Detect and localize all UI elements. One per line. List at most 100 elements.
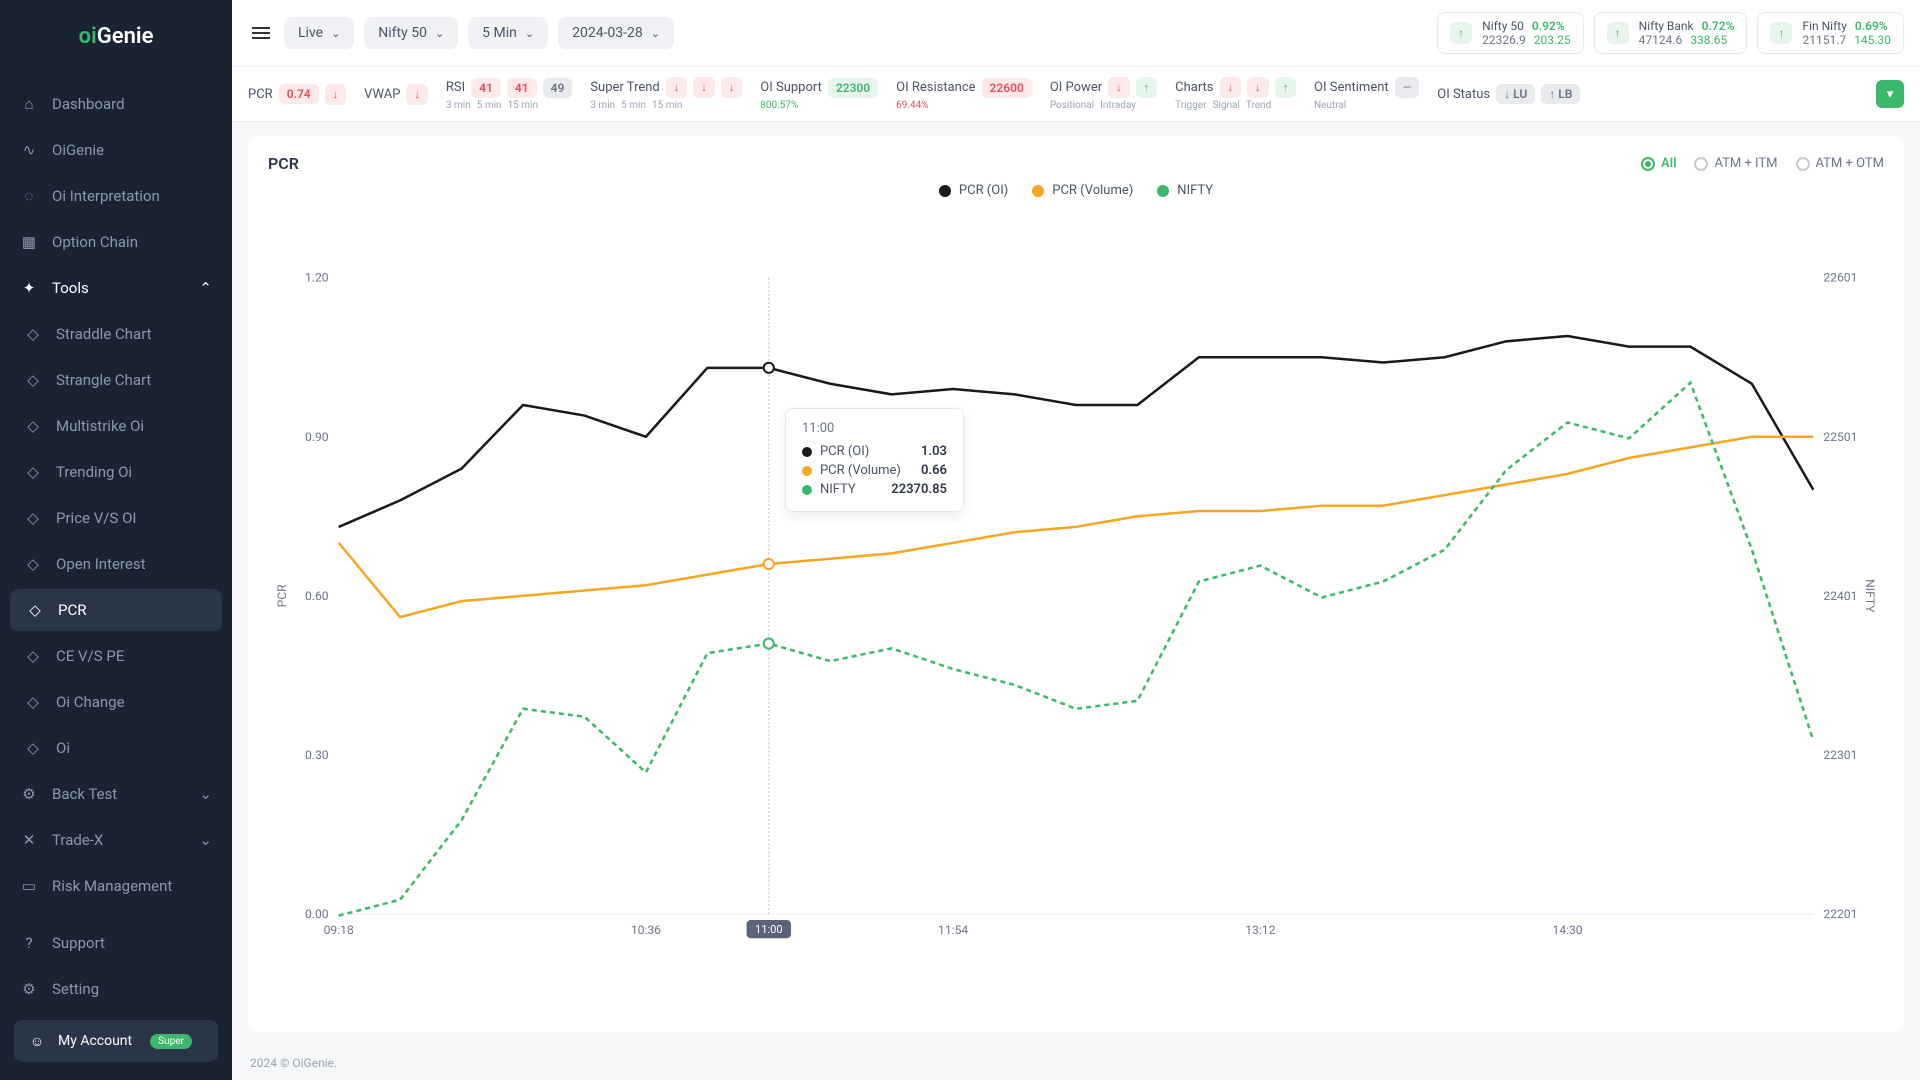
dot-icon [939,185,951,197]
legend-pcr-oi[interactable]: PCR (OI) [939,183,1008,198]
arrow-up-icon: ↑ [1136,77,1158,98]
arrow-down-icon: ↓ [721,77,743,98]
nav-tools-pcr[interactable]: ◇PCR [10,589,222,631]
indicators-bar: PCR0.74↓ VWAP↓ RSI4141493 min5 min15 min… [232,67,1920,122]
radio-icon [1641,157,1655,171]
item-icon: ◇ [26,601,44,619]
chevron-down-icon: ⌄ [525,27,534,40]
nav-setting[interactable]: ⚙Setting [0,966,232,1012]
live-dropdown[interactable]: Live⌄ [284,17,354,49]
arrow-down-icon: ↓ [693,77,715,98]
symbol-dropdown[interactable]: Nifty 50⌄ [364,17,458,49]
grid-icon: ▦ [20,233,38,251]
filter-button[interactable]: ▾ [1876,80,1904,108]
nav-tradex[interactable]: ✕Trade-X⌄ [0,817,232,863]
svg-text:0.30: 0.30 [305,748,329,762]
sidebar: oiGenie ⌂Dashboard ∿OiGenie ◌Oi Interpre… [0,0,232,1080]
item-icon: ◇ [24,555,42,573]
dot-icon [802,447,812,457]
nav-tools[interactable]: ✦Tools⌃ [0,265,232,311]
ind-oisupport: OI Support22300800.57% [760,78,878,111]
item-icon: ◇ [24,417,42,435]
ticker-nifty-50[interactable]: ↑Nifty 500.92%22326.9203.25 [1437,12,1584,54]
chevron-down-icon: ⌄ [199,785,212,803]
legend-nifty[interactable]: NIFTY [1157,183,1213,198]
logo-oi: oi [79,24,97,49]
arrow-up-icon: ↑ [1607,22,1629,44]
nav-tools-strangle-chart[interactable]: ◇Strangle Chart [0,357,232,403]
close-icon: ✕ [20,831,38,849]
nav-tools-straddle-chart[interactable]: ◇Straddle Chart [0,311,232,357]
item-icon: ◇ [24,509,42,527]
chart-filters: All ATM + ITM ATM + OTM [1641,156,1884,171]
ticker-nifty-bank[interactable]: ↑Nifty Bank0.72%47124.6338.65 [1594,12,1748,54]
bulb-icon: ◌ [20,187,38,205]
arrow-down-icon: ↓ [1247,77,1269,98]
tooltip-time: 11:00 [802,421,947,436]
ind-charts: Charts↓↓↑TriggerSignalTrend [1175,77,1296,111]
logo-genie: Genie [97,24,154,49]
nav-dashboard[interactable]: ⌂Dashboard [0,81,232,127]
activity-icon: ∿ [20,141,38,159]
filter-atm-otm[interactable]: ATM + OTM [1796,156,1884,171]
svg-text:0.90: 0.90 [305,430,329,444]
footer: 2024 © OiGenie. [232,1046,1920,1080]
nav-tools-open-interest[interactable]: ◇Open Interest [0,541,232,587]
item-icon: ◇ [24,647,42,665]
home-icon: ⌂ [20,95,38,113]
arrow-down-icon: ↓ [1220,77,1242,98]
bottom-nav: ?Support ⚙Setting ☺My AccountSuper [0,920,232,1080]
svg-text:09:18: 09:18 [324,923,354,937]
svg-text:PCR: PCR [275,584,289,608]
item-icon: ◇ [24,371,42,389]
svg-text:11:54: 11:54 [938,923,968,937]
ind-rsi: RSI4141493 min5 min15 min [446,78,572,111]
chart-legend: PCR (OI) PCR (Volume) NIFTY [268,183,1884,198]
interval-dropdown[interactable]: 5 Min⌄ [468,17,548,49]
nav-tools-oi[interactable]: ◇Oi [0,725,232,771]
wrench-icon: ✦ [20,279,38,297]
nav-optionchain[interactable]: ▦Option Chain [0,219,232,265]
ind-pcr: PCR0.74↓ [248,84,346,105]
help-icon: ? [20,934,38,952]
svg-text:22301: 22301 [1823,748,1857,762]
radio-icon [1694,157,1708,171]
date-dropdown[interactable]: 2024-03-28⌄ [558,17,674,49]
filter-icon: ▾ [1887,87,1894,102]
arrow-down-icon: ↓ [325,84,347,105]
nav-tools-price-v-s-oi[interactable]: ◇Price V/S OI [0,495,232,541]
nav-oigenie[interactable]: ∿OiGenie [0,127,232,173]
hamburger-icon [252,32,270,34]
neutral-icon: — [1395,77,1420,98]
gear-icon: ⚙ [20,785,38,803]
svg-text:22601: 22601 [1823,271,1857,285]
chart-svg: 0.000.300.600.901.2022201223012240122501… [268,208,1884,1014]
ind-vwap: VWAP↓ [364,84,428,105]
pcr-value: 0.74 [279,84,319,104]
dot-icon [1032,185,1044,197]
chart-area[interactable]: 0.000.300.600.901.2022201223012240122501… [268,208,1884,1014]
menu-toggle[interactable] [248,28,274,38]
filter-atm-itm[interactable]: ATM + ITM [1694,156,1777,171]
nav-backtest[interactable]: ⚙Back Test⌄ [0,771,232,817]
arrow-up-icon: ↑ [1450,22,1472,44]
legend-pcr-volume[interactable]: PCR (Volume) [1032,183,1133,198]
svg-text:NIFTY: NIFTY [1863,579,1877,613]
nav-tools-trending-oi[interactable]: ◇Trending Oi [0,449,232,495]
nav-tools-oi-change[interactable]: ◇Oi Change [0,679,232,725]
nav-tools-multistrike-oi[interactable]: ◇Multistrike Oi [0,403,232,449]
ticker-fin-nifty[interactable]: ↑Fin Nifty0.69%21151.7145.30 [1757,12,1904,54]
ind-oipower: OI Power↓↑PositionalIntraday [1050,77,1157,111]
chevron-down-icon: ⌄ [435,27,444,40]
shield-icon: ▭ [20,877,38,895]
arrow-down-icon: ↓ [666,77,688,98]
nav-support[interactable]: ?Support [0,920,232,966]
chart-tooltip: 11:00 PCR (OI)1.03 PCR (Volume)0.66 NIFT… [785,408,964,512]
filter-all[interactable]: All [1641,156,1676,171]
svg-text:13:12: 13:12 [1245,923,1275,937]
nav-risk[interactable]: ▭Risk Management [0,863,232,909]
nav-tools-ce-v-s-pe[interactable]: ◇CE V/S PE [0,633,232,679]
nav-account[interactable]: ☺My AccountSuper [14,1020,218,1062]
nav-interpretation[interactable]: ◌Oi Interpretation [0,173,232,219]
user-icon: ☺ [28,1032,46,1050]
